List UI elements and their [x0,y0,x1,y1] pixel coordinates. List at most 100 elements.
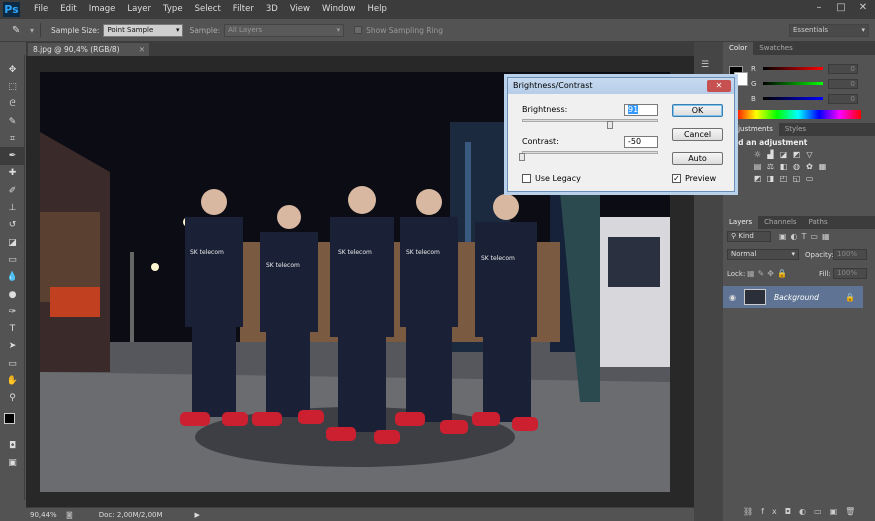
tab-color[interactable]: Color [723,42,754,55]
document-tab[interactable]: 8.jpg @ 90,4% (RGB/8) ✕ [28,43,149,56]
brightness-slider-thumb[interactable] [607,121,614,129]
vibrance-adjust-icon[interactable]: ▽ [805,150,814,159]
eyedropper-icon[interactable]: ✒ [0,147,25,165]
lock-icons[interactable]: ▦✎✥🔒 [747,269,790,278]
menu-type[interactable]: Type [157,0,189,19]
stamp-icon[interactable]: ⊥ [0,199,25,216]
quick-select-icon[interactable]: ✎ [0,113,25,130]
tab-styles[interactable]: Styles [779,123,812,136]
gradient-icon[interactable]: ▭ [0,251,25,268]
foreground-color-swatch[interactable] [4,412,15,424]
minimize-button[interactable]: – [808,0,830,16]
dialog-close-button[interactable]: ✕ [707,80,731,92]
blue-slider[interactable] [763,97,823,100]
color-swatches[interactable] [0,409,24,437]
menu-filter[interactable]: Filter [227,0,260,19]
layer-footer-icons[interactable]: ⛓fx◘◐▭▣🗑 [743,507,863,516]
blue-value[interactable]: 0 [828,93,858,104]
hue-sat-adjust-icon[interactable]: ▤ [753,162,762,171]
layer-row-background[interactable]: ◉ Background 🔒 [723,286,863,308]
workspace-select[interactable]: Essentials ▾ [789,23,869,37]
cancel-button[interactable]: Cancel [672,128,723,141]
history-brush-icon[interactable]: ↺ [0,217,25,234]
dodge-icon[interactable]: ● [0,286,25,303]
bw-adjust-icon[interactable]: ◧ [779,162,788,171]
layer-filter-icons[interactable]: ▣◐T▭▦ [779,232,834,241]
eyedropper-tool-icon[interactable]: ✎ [12,25,26,36]
tab-paths[interactable]: Paths [803,216,834,229]
menu-window[interactable]: Window [316,0,362,19]
close-tab-icon[interactable]: ✕ [139,43,145,56]
levels-adjust-icon[interactable]: ▟ [766,150,775,159]
dialog-titlebar[interactable]: Brightness/Contrast ✕ [508,78,734,94]
sample-select[interactable]: All Layers ▾ [224,23,345,37]
eraser-icon[interactable]: ◪ [0,234,25,251]
show-sampling-ring-checkbox[interactable] [354,26,363,34]
menu-3d[interactable]: 3D [260,0,284,19]
use-legacy-checkbox[interactable] [522,174,531,183]
gradient-map-adjust-icon[interactable]: ▭ [805,174,814,183]
screen-mode-icon[interactable]: ▣ [0,454,25,471]
blur-icon[interactable]: 💧 [0,269,25,286]
red-value[interactable]: 0 [828,63,858,74]
history-panel-icon[interactable]: ☰ [701,60,714,73]
posterize-adjust-icon[interactable]: ◨ [766,174,775,183]
contrast-slider[interactable] [522,151,658,154]
move-icon[interactable]: ✥ [0,61,25,78]
green-slider[interactable] [763,82,823,85]
zoom-readout[interactable]: 90,44% [30,511,62,519]
brightness-adjust-icon[interactable]: ☼ [753,150,762,159]
crop-icon[interactable]: ⌗ [0,130,25,147]
lasso-icon[interactable]: ᘓ [0,96,25,113]
fill-field[interactable]: 100% [833,268,867,279]
color-lookup-adjust-icon[interactable]: ▦ [818,162,827,171]
tab-layers[interactable]: Layers [723,216,759,229]
tab-swatches[interactable]: Swatches [753,42,798,55]
status-arrow-icon[interactable]: ▶ [195,511,200,519]
shape-icon[interactable]: ▭ [0,355,25,372]
brush-icon[interactable]: ✐ [0,182,25,199]
maximize-button[interactable]: □ [830,0,852,16]
photo-filter-adjust-icon[interactable]: ◍ [792,162,801,171]
menu-image[interactable]: Image [83,0,122,19]
healing-icon[interactable]: ✚ [0,165,25,182]
menu-edit[interactable]: Edit [54,0,82,19]
tool-preset-caret-icon[interactable]: ▾ [30,26,34,35]
path-select-icon[interactable]: ➤ [0,338,25,355]
color-balance-adjust-icon[interactable]: ⚖ [766,162,775,171]
sample-size-select[interactable]: Point Sample ▾ [103,23,184,37]
menu-file[interactable]: File [28,0,54,19]
color-spectrum-bar[interactable] [735,110,861,119]
exposure-adjust-icon[interactable]: ◩ [792,150,801,159]
contrast-input[interactable]: -50 [624,136,658,148]
menu-view[interactable]: View [284,0,316,19]
brightness-slider[interactable] [522,119,658,122]
hand-icon[interactable]: ✋ [0,372,25,389]
type-icon[interactable]: T [0,320,25,337]
eye-visibility-icon[interactable]: ◉ [729,293,736,302]
threshold-adjust-icon[interactable]: ◰ [779,174,788,183]
menu-layer[interactable]: Layer [121,0,157,19]
marquee-icon[interactable]: ⬚ [0,78,25,95]
invert-adjust-icon[interactable]: ◩ [753,174,762,183]
red-slider[interactable] [763,67,823,70]
tab-channels[interactable]: Channels [758,216,802,229]
status-menu-icon[interactable]: ◙ [66,511,73,519]
brightness-input[interactable]: 91 [624,104,658,116]
green-value[interactable]: 0 [828,78,858,89]
ok-button[interactable]: OK [672,104,723,117]
close-button[interactable]: ✕ [852,0,874,16]
curves-adjust-icon[interactable]: ◪ [779,150,788,159]
pen-icon[interactable]: ✑ [0,303,25,320]
menu-select[interactable]: Select [189,0,227,19]
channel-mixer-adjust-icon[interactable]: ✿ [805,162,814,171]
opacity-field[interactable]: 100% [833,249,867,260]
menu-help[interactable]: Help [362,0,393,19]
color-panel-background-swatch[interactable] [734,72,748,86]
zoom-icon[interactable]: ⚲ [0,390,25,407]
layer-filter-select[interactable]: ⚲ Kind [727,231,771,242]
auto-button[interactable]: Auto [672,152,723,165]
selective-color-adjust-icon[interactable]: ◱ [792,174,801,183]
contrast-slider-thumb[interactable] [519,153,525,161]
preview-checkbox[interactable]: ✓ [672,174,681,183]
